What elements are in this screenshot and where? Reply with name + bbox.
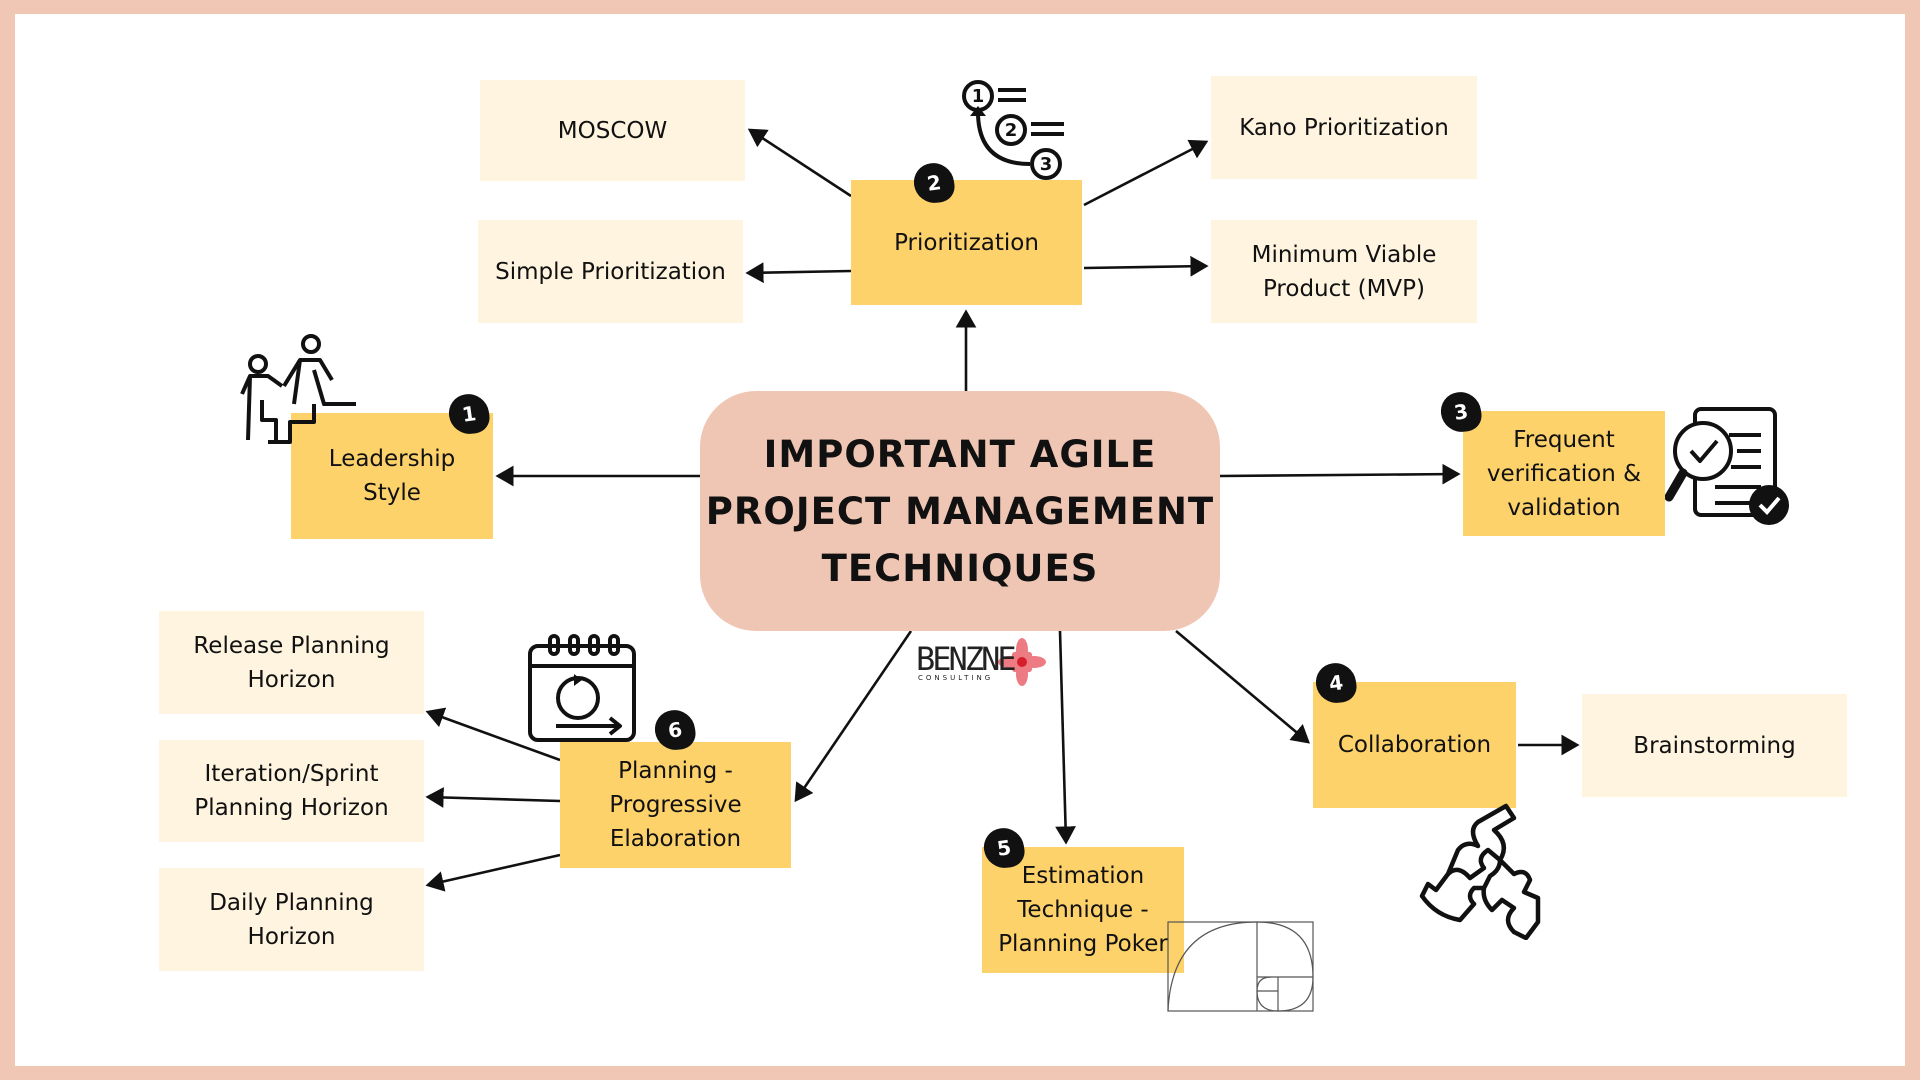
technique-label: Planning Poker (998, 931, 1168, 957)
technique-label: Technique - (1017, 897, 1149, 923)
subtopic-label: Daily Planning Horizon (209, 889, 374, 950)
technique-label: Estimation (1021, 863, 1145, 889)
sprint-calendar-icon (528, 634, 636, 742)
document-inspect-check-icon (1665, 407, 1789, 525)
svg-text:3: 3 (1040, 154, 1053, 175)
central-title-line: PROJECT MANAGEMENT (705, 489, 1215, 533)
fibonacci-spiral-icon (1167, 921, 1314, 1012)
subtopic-label: Simple Prioritization (495, 258, 726, 285)
subtopic-release-planning: Release Planning Horizon (159, 611, 424, 714)
svg-text:2: 2 (1005, 120, 1018, 141)
subtopic-label: Iteration/Sprint (204, 761, 379, 787)
svg-text:1: 1 (972, 86, 985, 107)
subtopic-mvp: Minimum Viable Product (MVP) (1211, 220, 1477, 323)
central-title-line: TECHNIQUES (821, 546, 1099, 590)
benzne-logo: BENZNE CONSULTING (916, 638, 1046, 688)
central-topic: IMPORTANT AGILE PROJECT MANAGEMENT TECHN… (700, 391, 1220, 631)
subtopic-kano: Kano Prioritization (1211, 76, 1477, 179)
subtopic-label: Planning Horizon (194, 795, 389, 821)
subtopic-label: Kano Prioritization (1239, 114, 1449, 141)
central-title-line: IMPORTANT AGILE (763, 432, 1157, 476)
subtopic-label: Brainstorming (1633, 732, 1796, 759)
technique-label: verification & (1486, 460, 1642, 487)
technique-label: Collaboration (1337, 732, 1492, 758)
technique-frequent-verification: Frequent verification & validation (1463, 411, 1665, 536)
hands-puzzle-icon (1419, 803, 1541, 940)
subtopic-moscow: MOSCOW (480, 80, 745, 181)
technique-label: Leadership (328, 446, 456, 472)
subtopic-label: Release Planning (193, 632, 390, 659)
subtopic-label: Product (MVP) (1262, 275, 1426, 302)
technique-label: Frequent (1513, 426, 1615, 453)
subtopic-iteration-planning: Iteration/Sprint Planning Horizon (159, 740, 424, 842)
subtopic-label: MOSCOW (557, 117, 668, 144)
subtopic-brainstorming: Brainstorming (1582, 694, 1847, 797)
technique-planning: Planning - Progressive Elaboration (560, 742, 791, 868)
technique-label: Prioritization (894, 229, 1039, 256)
technique-prioritization: Prioritization (851, 180, 1082, 305)
technique-label: Elaboration (609, 826, 742, 852)
subtopic-daily-planning: Daily Planning Horizon (159, 868, 424, 971)
subtopic-label: Horizon (247, 666, 336, 693)
technique-label: validation (1507, 494, 1621, 521)
people-helping-climb-icon (240, 334, 356, 444)
technique-label: Planning - (618, 758, 733, 784)
subtopic-simple-prioritization: Simple Prioritization (478, 220, 743, 323)
technique-label: Progressive (609, 792, 742, 818)
logo-text: BENZNE (916, 640, 1017, 678)
ordered-list-icon: 12 3 (962, 80, 1064, 180)
subtopic-label: Minimum Viable (1251, 241, 1437, 268)
logo-subtext: CONSULTING (918, 674, 994, 682)
technique-label: Style (363, 480, 421, 506)
